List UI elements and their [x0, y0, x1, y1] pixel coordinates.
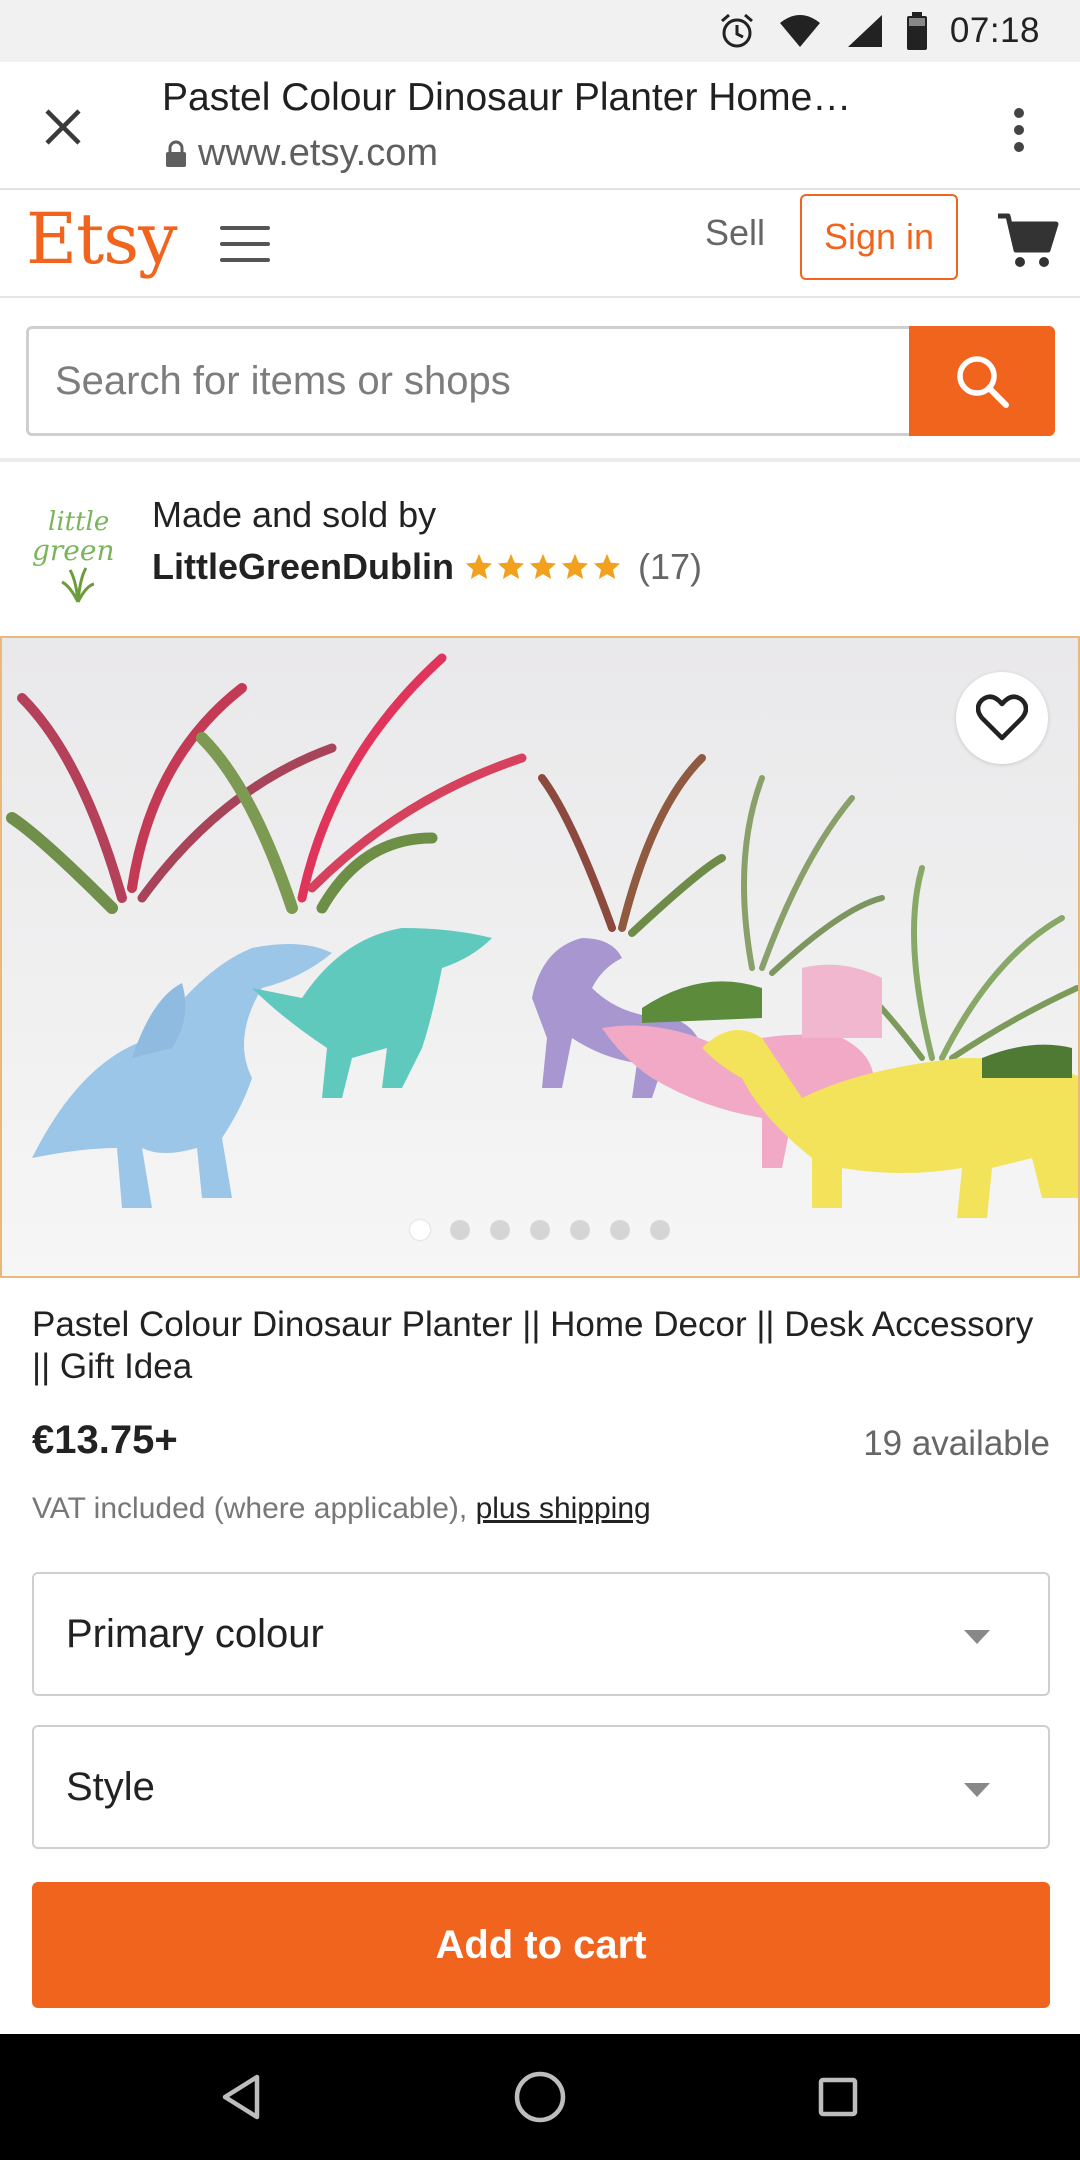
product-image-carousel[interactable]	[0, 636, 1080, 1278]
style-label: Style	[66, 1764, 155, 1809]
heart-icon	[976, 694, 1028, 741]
product-photo	[2, 638, 1078, 1276]
primary-colour-select[interactable]: Primary colour	[32, 1572, 1050, 1696]
star-icon	[529, 553, 557, 579]
shop-name-link[interactable]: LittleGreenDublin	[152, 546, 454, 588]
back-button[interactable]	[208, 2064, 274, 2130]
review-count[interactable]: (17)	[638, 546, 702, 588]
add-to-cart-button[interactable]: Add to cart	[32, 1882, 1050, 2008]
sell-link[interactable]: Sell	[705, 212, 765, 254]
browser-bar: Pastel Colour Dinosaur Planter Home… www…	[0, 62, 1080, 190]
carousel-dot[interactable]	[650, 1220, 670, 1240]
wifi-icon	[779, 15, 820, 47]
close-icon	[45, 109, 81, 145]
price: €13.75+	[32, 1418, 178, 1462]
shipping-link[interactable]: plus shipping	[476, 1492, 651, 1525]
overflow-menu-button[interactable]	[994, 100, 1044, 160]
sign-in-button[interactable]: Sign in	[800, 194, 958, 280]
site-header: Etsy Sell Sign in	[0, 190, 1080, 298]
home-icon	[514, 2071, 566, 2123]
recents-icon	[818, 2077, 858, 2117]
recents-button[interactable]	[805, 2064, 871, 2130]
etsy-logo[interactable]: Etsy	[26, 198, 178, 280]
availability: 19 available	[863, 1424, 1050, 1463]
lock-icon	[166, 140, 186, 167]
listing-title: Pastel Colour Dinosaur Planter || Home D…	[32, 1305, 1034, 1386]
carousel-dots	[2, 1220, 1078, 1240]
svg-text:little: little	[48, 507, 109, 537]
close-tab-button[interactable]	[28, 92, 98, 162]
star-icon	[593, 553, 621, 579]
rating-stars	[464, 552, 622, 582]
carousel-dot[interactable]	[530, 1220, 550, 1240]
star-icon	[561, 553, 589, 579]
more-vertical-icon	[1014, 108, 1024, 152]
status-bar: 07:18	[0, 0, 1080, 62]
cart-icon[interactable]	[996, 208, 1060, 272]
shop-info: little green Made and sold by LittleGree…	[0, 466, 1080, 636]
star-icon	[497, 553, 525, 579]
status-time: 07:18	[949, 11, 1040, 50]
url-text: www.etsy.com	[198, 132, 439, 174]
shop-avatar[interactable]: little green	[30, 494, 126, 604]
battery-icon	[906, 12, 927, 50]
home-button[interactable]	[507, 2064, 573, 2130]
star-icon	[465, 553, 493, 579]
dropdown-arrow-icon	[964, 1630, 990, 1644]
carousel-dot[interactable]	[570, 1220, 590, 1240]
carousel-dot[interactable]	[450, 1220, 470, 1240]
carousel-dot[interactable]	[410, 1220, 430, 1240]
favorite-button[interactable]	[956, 672, 1048, 764]
url-row[interactable]: www.etsy.com	[164, 132, 438, 175]
hamburger-menu-icon[interactable]	[220, 220, 270, 268]
shop-line: LittleGreenDublin (17)	[152, 546, 702, 588]
primary-colour-label: Primary colour	[66, 1611, 324, 1656]
vat-note: VAT included (where applicable), plus sh…	[32, 1492, 651, 1526]
signal-icon	[847, 15, 882, 47]
search-bar	[0, 300, 1080, 462]
style-select[interactable]: Style	[32, 1725, 1050, 1849]
vat-text: VAT included (where applicable),	[32, 1492, 468, 1525]
system-nav-bar	[0, 2034, 1080, 2160]
search-input[interactable]	[26, 326, 911, 436]
tab-title: Pastel Colour Dinosaur Planter Home…	[162, 76, 852, 119]
dropdown-arrow-icon	[964, 1783, 990, 1797]
back-icon	[222, 2074, 260, 2120]
svg-text:green: green	[32, 534, 114, 567]
alarm-icon	[720, 13, 753, 48]
made-by-label: Made and sold by	[152, 494, 437, 535]
search-button[interactable]	[909, 326, 1055, 436]
search-icon	[957, 356, 1009, 408]
carousel-dot[interactable]	[610, 1220, 630, 1240]
carousel-dot[interactable]	[490, 1220, 510, 1240]
status-icons: 07:18	[718, 8, 1040, 54]
